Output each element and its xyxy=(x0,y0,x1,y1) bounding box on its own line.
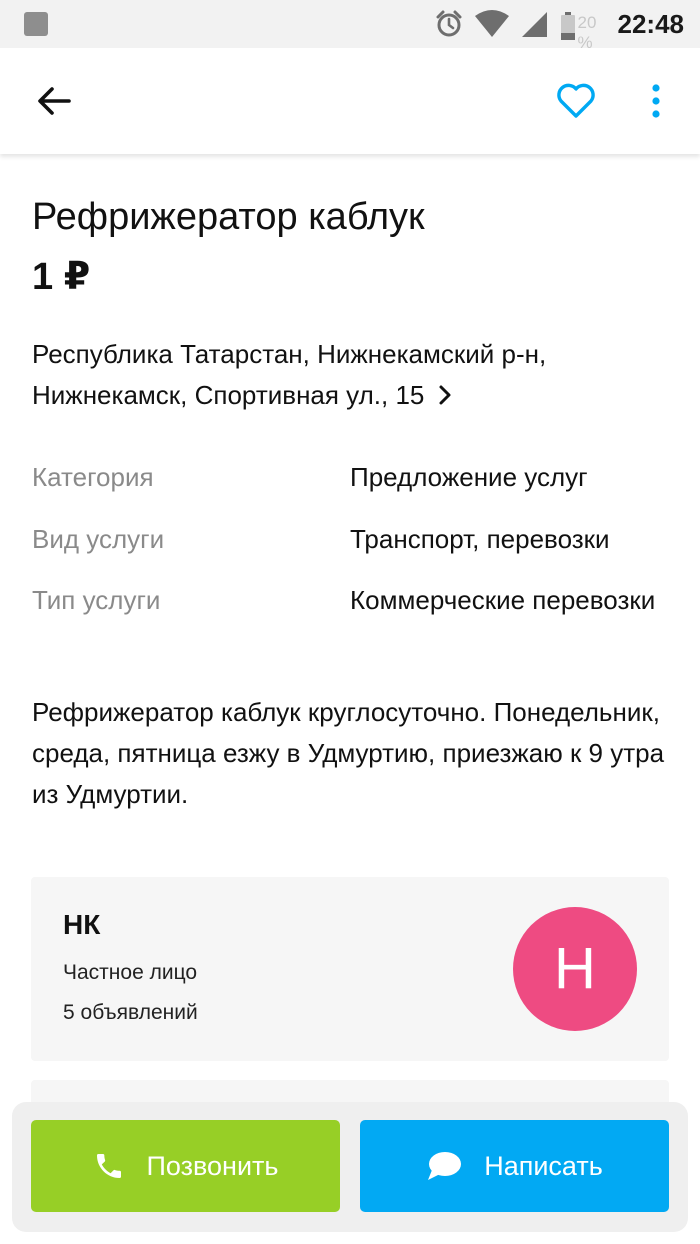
wifi-icon xyxy=(474,10,509,37)
message-button[interactable]: Написать xyxy=(360,1120,669,1212)
alarm-icon xyxy=(436,10,461,37)
listing-price: 1 ₽ xyxy=(32,256,91,298)
clock: 22:48 xyxy=(617,8,685,39)
chat-bubble-icon xyxy=(428,1152,462,1180)
signal-icon xyxy=(521,12,547,37)
battery-percent: 20 % xyxy=(577,13,597,52)
param-label: Тип услуги xyxy=(32,585,161,615)
avatar: Н xyxy=(513,907,637,1031)
param-value: Предложение услуг xyxy=(350,462,588,492)
seller-type: Частное лицо xyxy=(63,961,198,984)
param-label: Категория xyxy=(32,462,154,492)
seller-name: НК xyxy=(63,909,101,940)
more-options-button[interactable] xyxy=(636,76,676,126)
status-bar: 20 % 22:48 xyxy=(0,0,700,52)
seller-ads-count: 5 объявлений xyxy=(63,1001,198,1024)
message-button-label: Написать xyxy=(484,1150,603,1181)
app-bar xyxy=(0,48,700,154)
more-vertical-icon xyxy=(652,84,660,118)
param-value: Транспорт, перевозки xyxy=(350,524,610,554)
listing-description: Рефрижератор каблук круглосуточно. Понед… xyxy=(32,697,665,809)
param-value: Коммерческие перевозки xyxy=(350,585,656,615)
call-button-label: Позвонить xyxy=(146,1150,279,1181)
call-button[interactable]: Позвонить xyxy=(31,1120,340,1212)
notification-square-icon xyxy=(24,12,48,36)
param-label: Вид услуги xyxy=(32,524,165,554)
address-line-2: Нижнекамск, Спортивная ул., 15 xyxy=(32,380,425,410)
battery-icon xyxy=(560,12,575,40)
address-link[interactable]: Республика Татарстан, Нижнекамский р-н, … xyxy=(32,334,672,418)
back-arrow-icon xyxy=(38,87,71,115)
seller-card[interactable]: НК Частное лицо 5 объявлений Н xyxy=(31,877,669,1061)
listing-title: Рефрижератор каблук xyxy=(32,196,425,238)
chevron-right-icon xyxy=(438,377,452,418)
heart-icon xyxy=(557,83,595,118)
back-button[interactable] xyxy=(28,78,80,124)
phone-icon xyxy=(96,1154,121,1178)
status-icons: 20 % 22:48 xyxy=(434,6,685,52)
address-line-1: Республика Татарстан, Нижнекамский р-н, xyxy=(32,339,547,369)
favorite-button[interactable] xyxy=(550,76,602,126)
